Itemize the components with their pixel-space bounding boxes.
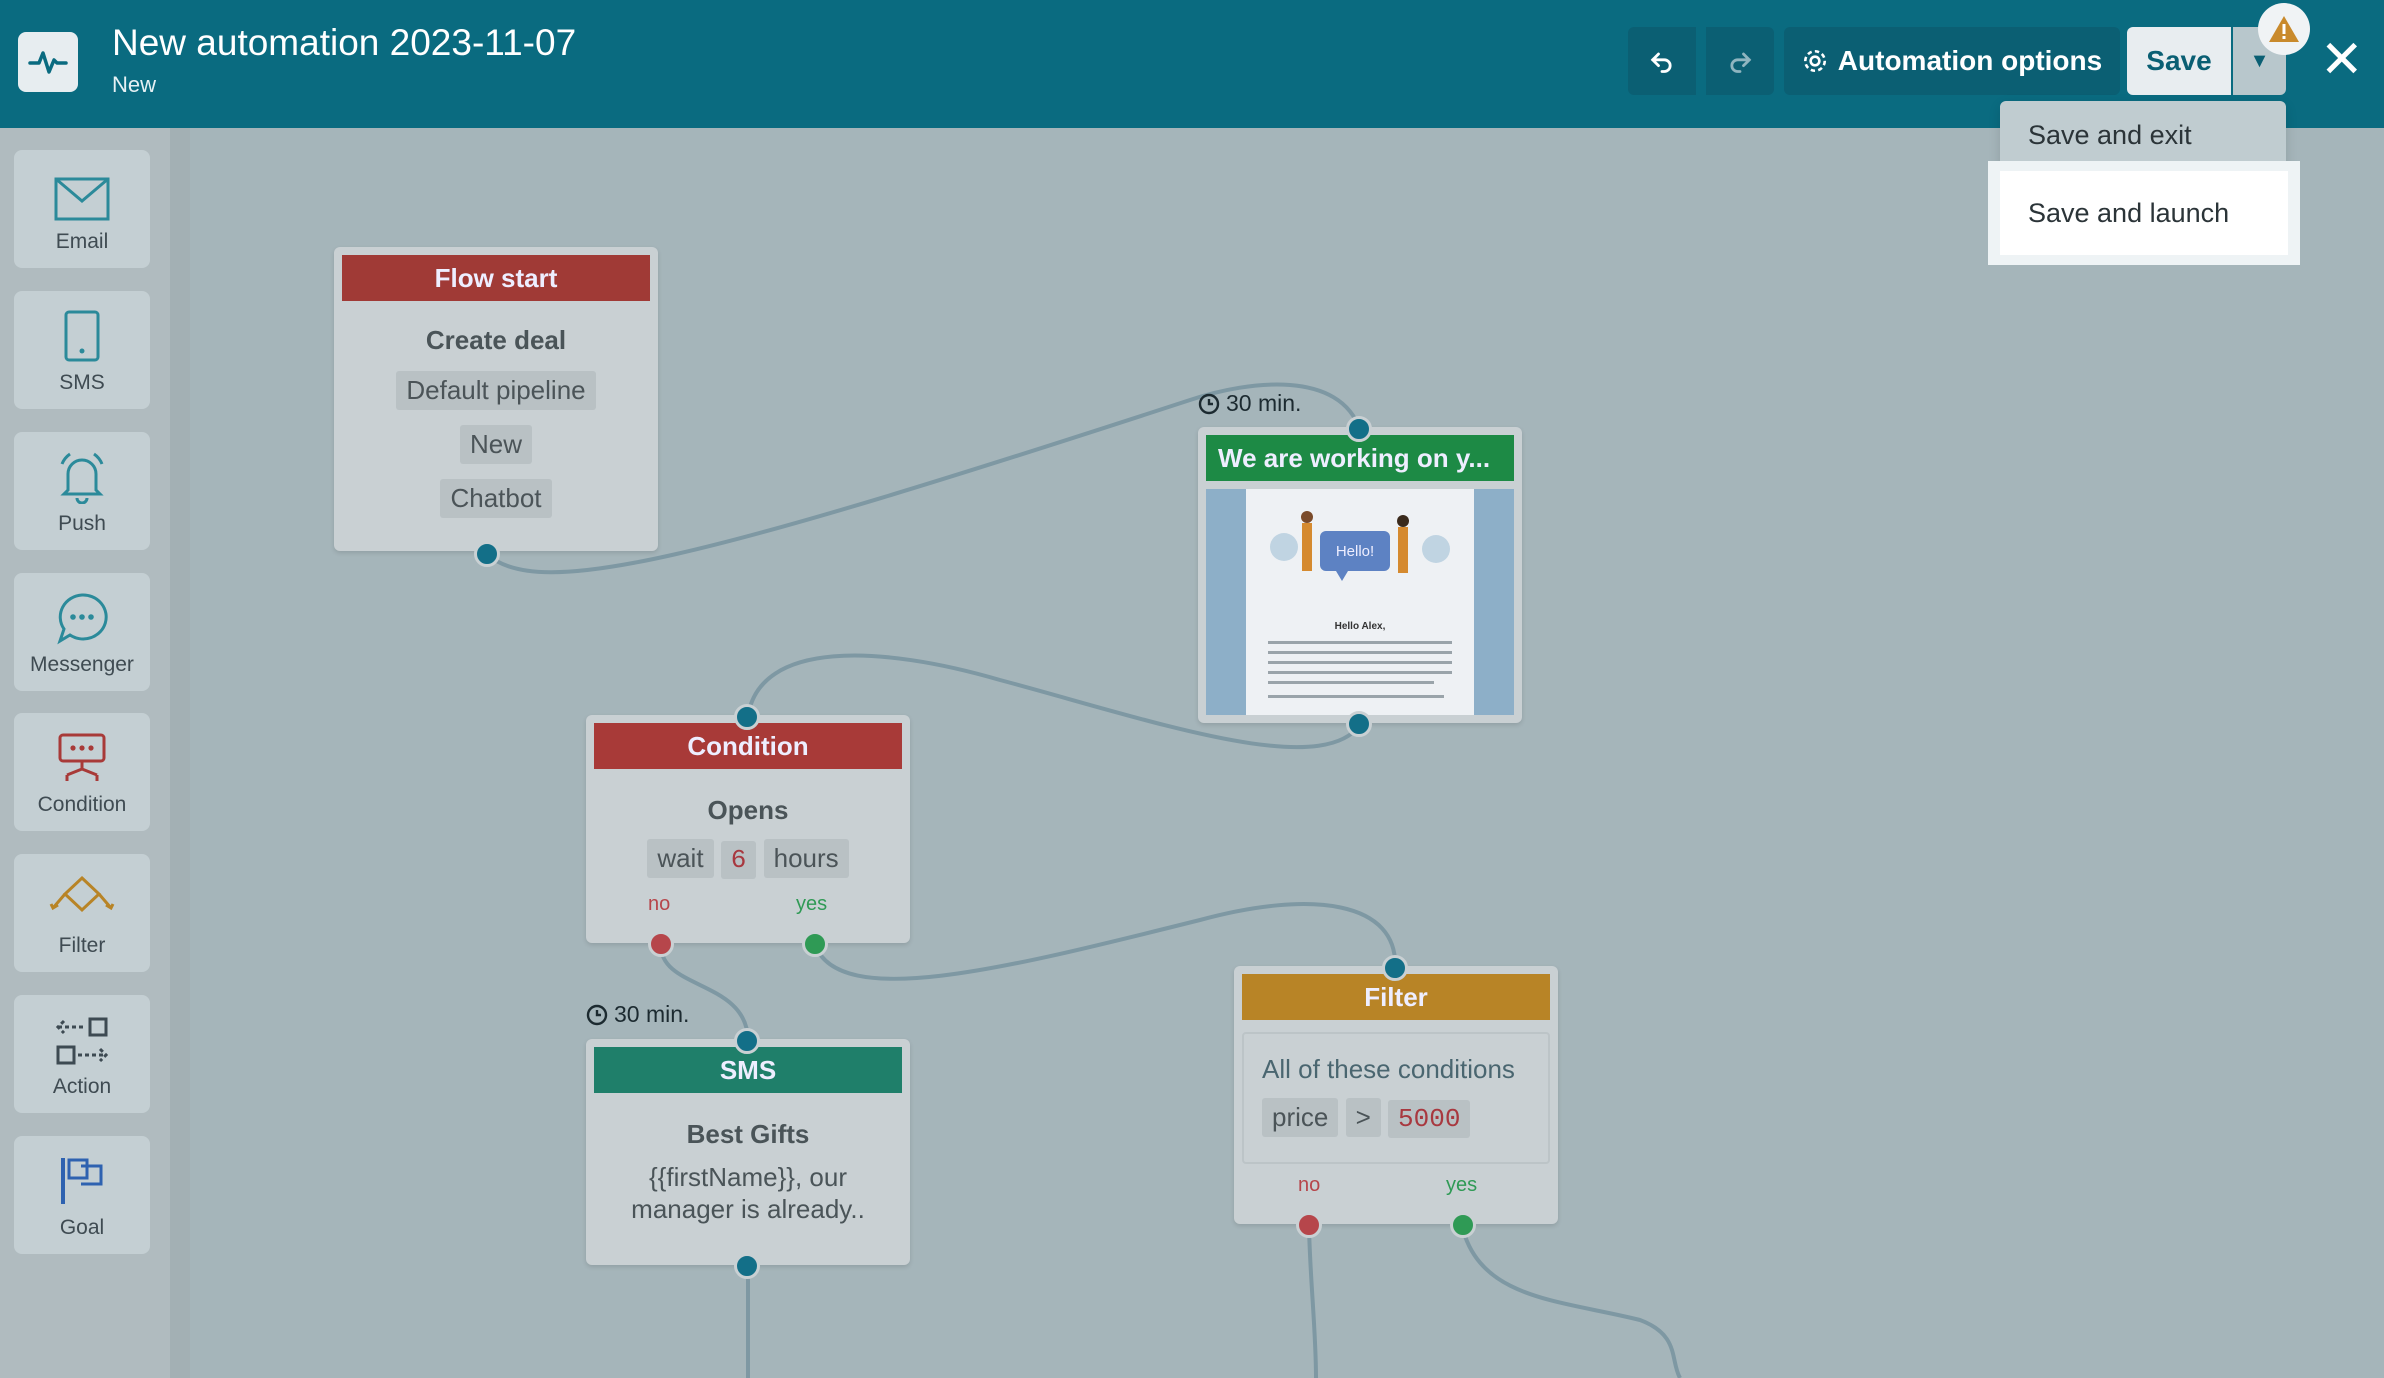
- save-and-exit-item[interactable]: Save and exit: [2000, 101, 2286, 169]
- clock-icon: [586, 1004, 608, 1025]
- wait-unit-chip: hours: [763, 839, 849, 878]
- no-output-port[interactable]: [648, 931, 674, 957]
- output-port[interactable]: [1346, 711, 1372, 737]
- node-action: Create deal: [425, 325, 567, 355]
- no-output-port[interactable]: [1296, 1212, 1322, 1238]
- email-delay: 30 min.: [1198, 390, 1301, 417]
- sms-text: {{firstName}}, our manager is already..: [631, 1162, 865, 1224]
- delay-label: 30 min.: [614, 1001, 690, 1027]
- output-port[interactable]: [734, 1253, 760, 1279]
- delay-label: 30 min.: [1226, 390, 1302, 416]
- sms-delay: 30 min.: [586, 1001, 689, 1028]
- node-title: Flow start: [342, 255, 650, 301]
- flow-start-node[interactable]: Flow start Create deal Default pipeline …: [334, 247, 658, 551]
- no-branch-label: no: [1298, 1174, 1321, 1196]
- filter-node[interactable]: Filter All of these conditions price > 5…: [1234, 966, 1558, 1224]
- filter-value-chip: 5000: [1388, 1100, 1471, 1138]
- yes-output-port[interactable]: [1450, 1212, 1476, 1238]
- input-port[interactable]: [1346, 416, 1372, 442]
- sms-node[interactable]: SMS Best Gifts {{firstName}}, our manage…: [586, 1039, 910, 1265]
- save-and-launch-item[interactable]: Save and launch: [1988, 161, 2300, 265]
- wait-value-chip: 6: [720, 841, 757, 879]
- yes-branch-label: yes: [796, 893, 828, 915]
- wait-chip: wait: [647, 839, 714, 878]
- preview-bubble-text: Hello!: [1335, 543, 1375, 560]
- input-port[interactable]: [734, 704, 760, 730]
- save-and-launch-label: Save and launch: [2000, 171, 2288, 255]
- filter-field-chip: price: [1262, 1098, 1339, 1137]
- sms-name: Best Gifts: [686, 1119, 810, 1149]
- condition-event: Opens: [707, 795, 789, 825]
- preview-greeting: Hello Alex,: [1334, 621, 1386, 632]
- input-port[interactable]: [1382, 955, 1408, 981]
- source-chip: Chatbot: [440, 479, 552, 518]
- input-port[interactable]: [734, 1028, 760, 1054]
- pipeline-chip: Default pipeline: [396, 371, 596, 410]
- email-node[interactable]: We are working on y... Hello! Hello Alex…: [1198, 427, 1522, 723]
- stage-chip: New: [459, 425, 532, 464]
- filter-rule-label: All of these conditions: [1262, 1054, 1515, 1084]
- yes-branch-label: yes: [1446, 1174, 1478, 1196]
- email-preview: Hello! Hello Alex,: [1206, 489, 1514, 715]
- save-dropdown-menu: Save and exit Save and launch: [1988, 101, 2300, 265]
- filter-rule-box[interactable]: All of these conditions price > 5000: [1242, 1032, 1550, 1164]
- clock-icon: [1198, 393, 1220, 414]
- email-preview-body: Hello! Hello Alex,: [1246, 489, 1474, 715]
- no-branch-label: no: [648, 893, 671, 915]
- output-port[interactable]: [474, 541, 500, 567]
- yes-output-port[interactable]: [802, 931, 828, 957]
- condition-node[interactable]: Condition Opens wait 6 hours no yes: [586, 715, 910, 943]
- filter-operator-chip: >: [1345, 1098, 1381, 1137]
